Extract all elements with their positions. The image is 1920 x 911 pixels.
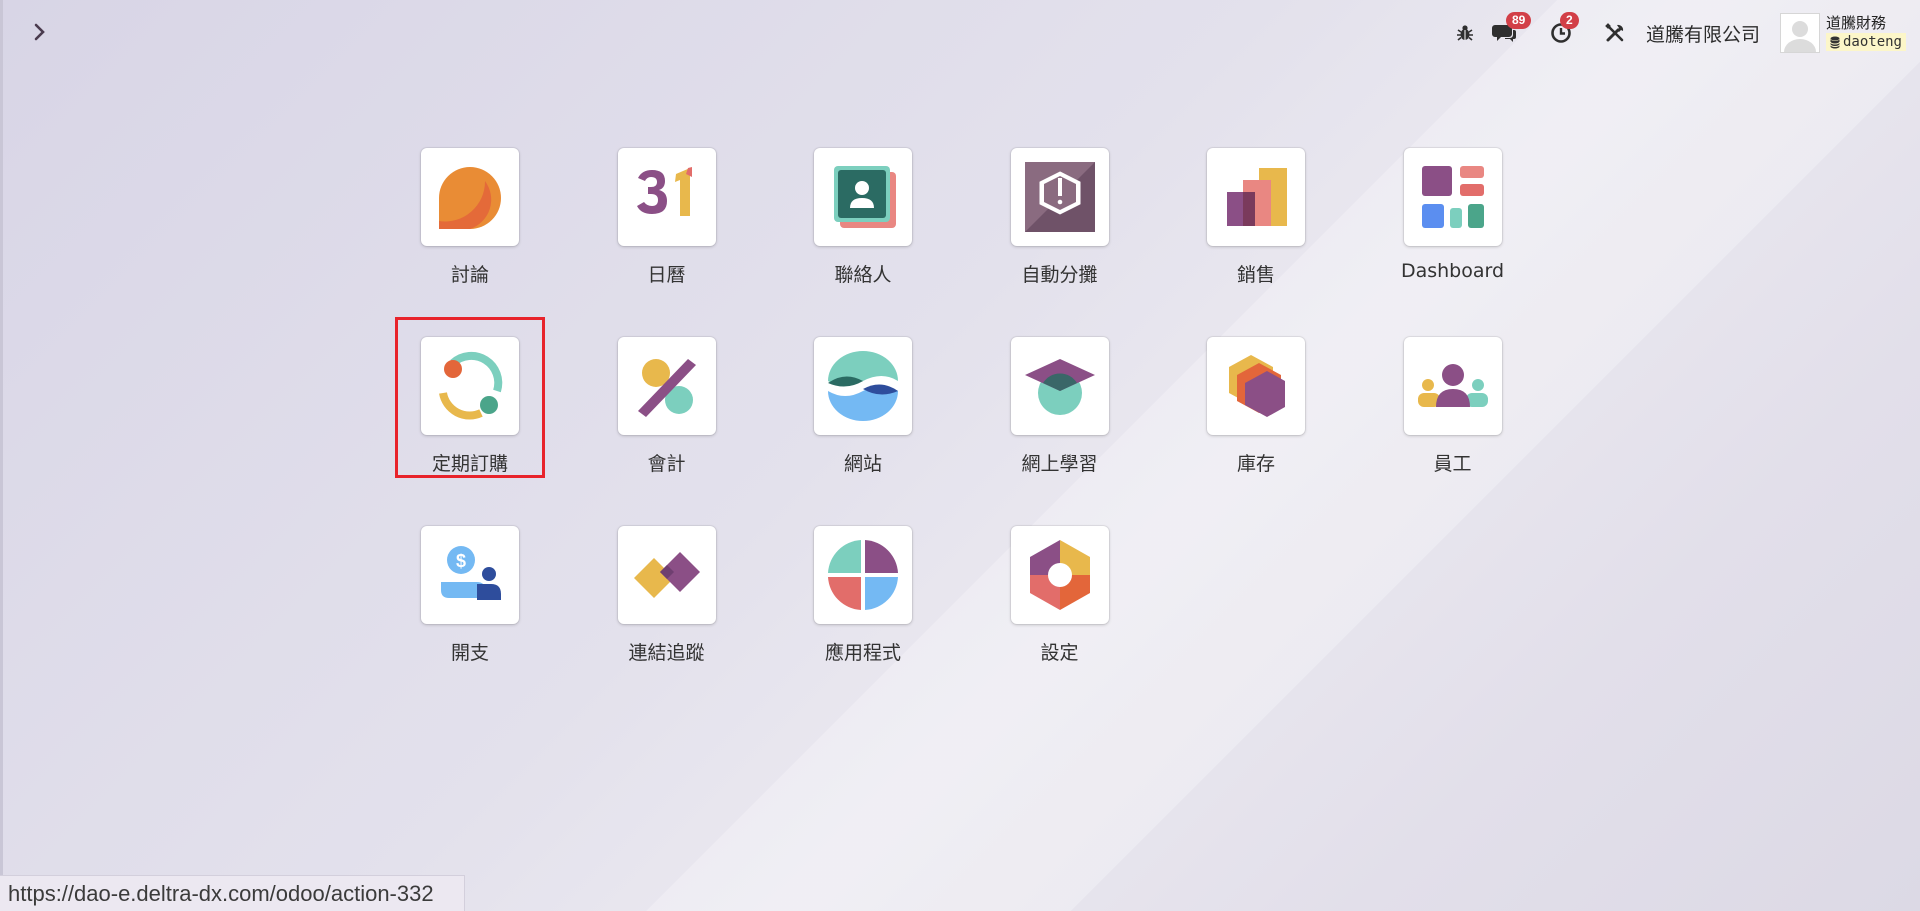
app-label: 聯絡人 (834, 264, 892, 286)
expand-sidebar-button[interactable] (28, 20, 52, 44)
activities-button[interactable]: 2 (1548, 12, 1579, 46)
app-employees[interactable]: 員工 (1403, 337, 1503, 526)
subscriptions-icon (421, 337, 519, 435)
app-label: 開支 (450, 642, 489, 664)
top-navbar: 89 2 道騰有限公司 道騰財務 daoteng (1452, 10, 1906, 56)
messages-button[interactable]: 89 (1491, 12, 1532, 46)
discuss-icon (421, 148, 519, 246)
database-tag: daoteng (1825, 33, 1906, 51)
elearning-icon (1010, 337, 1109, 435)
apps-icon (814, 526, 912, 624)
inventory-icon (1207, 337, 1305, 435)
debug-button[interactable] (1452, 20, 1478, 46)
app-contacts[interactable]: 聯絡人 (813, 148, 913, 337)
database-name: daoteng (1842, 34, 1902, 50)
app-apps[interactable]: 應用程式 (813, 526, 913, 715)
developer-tools-button[interactable] (1602, 20, 1628, 46)
app-website[interactable]: 網站 (813, 337, 913, 526)
app-label: 應用程式 (824, 642, 901, 664)
expenses-icon: $ (421, 526, 519, 624)
app-label: 銷售 (1236, 264, 1275, 286)
user-menu[interactable]: 道騰財務 daoteng (1825, 15, 1906, 51)
sales-icon (1207, 148, 1305, 246)
app-accounting[interactable]: 會計 (617, 337, 717, 526)
app-calendar[interactable]: 日曆 (617, 148, 717, 337)
messages-count-badge: 89 (1505, 12, 1532, 29)
auto-allocation-icon (1010, 148, 1109, 246)
tools-icon (1605, 23, 1624, 42)
app-settings[interactable]: 設定 (1010, 526, 1110, 715)
app-label: 庫存 (1236, 453, 1275, 475)
bug-icon (1456, 25, 1473, 41)
app-grid: 討論 日曆 聯絡人 自動分攤 銷售 Dashboard 定期訂購 會計 網站 網… (395, 148, 1505, 715)
app-label: 員工 (1433, 453, 1472, 475)
website-icon (814, 337, 912, 435)
app-link-tracker[interactable]: 連結追蹤 (617, 526, 717, 715)
user-name: 道騰財務 (1825, 15, 1886, 32)
dashboard-icon (1403, 148, 1502, 246)
app-sales[interactable]: 銷售 (1206, 148, 1306, 337)
app-label: 連結追蹤 (628, 642, 705, 664)
app-label: 自動分攤 (1021, 264, 1098, 286)
app-dashboard[interactable]: Dashboard (1400, 148, 1505, 337)
app-discuss[interactable]: 討論 (420, 148, 520, 337)
svg-text:$: $ (456, 551, 466, 571)
chevron-right-icon (34, 23, 45, 41)
app-subscriptions[interactable]: 定期訂購 (395, 317, 545, 526)
user-avatar[interactable] (1779, 13, 1820, 53)
app-label: 網上學習 (1021, 453, 1098, 475)
company-switcher[interactable]: 道騰有限公司 (1646, 20, 1760, 47)
app-inventory[interactable]: 庫存 (1206, 337, 1306, 526)
app-label: 網站 (843, 453, 882, 475)
app-expenses[interactable]: $ 開支 (420, 526, 520, 715)
left-edge (0, 0, 3, 911)
calendar-icon (617, 148, 716, 246)
app-elearning[interactable]: 網上學習 (1010, 337, 1110, 526)
app-auto-allocation[interactable]: 自動分攤 (1010, 148, 1110, 337)
contacts-icon (814, 148, 912, 246)
activities-count-badge: 2 (1559, 12, 1579, 29)
employees-icon (1403, 337, 1502, 435)
app-label: 會計 (647, 453, 686, 475)
app-label: 設定 (1040, 642, 1079, 664)
accounting-icon (617, 337, 716, 435)
app-label: 日曆 (647, 264, 686, 286)
app-label: 定期訂購 (431, 453, 508, 475)
app-label: Dashboard (1400, 260, 1505, 282)
database-icon (1830, 36, 1840, 48)
link-tracker-icon (617, 526, 716, 624)
user-silhouette-icon (1783, 21, 1816, 52)
settings-icon (1010, 526, 1109, 624)
status-url-bar: https://dao-e.deltra-dx.com/odoo/action-… (0, 875, 465, 911)
app-label: 討論 (450, 264, 489, 286)
